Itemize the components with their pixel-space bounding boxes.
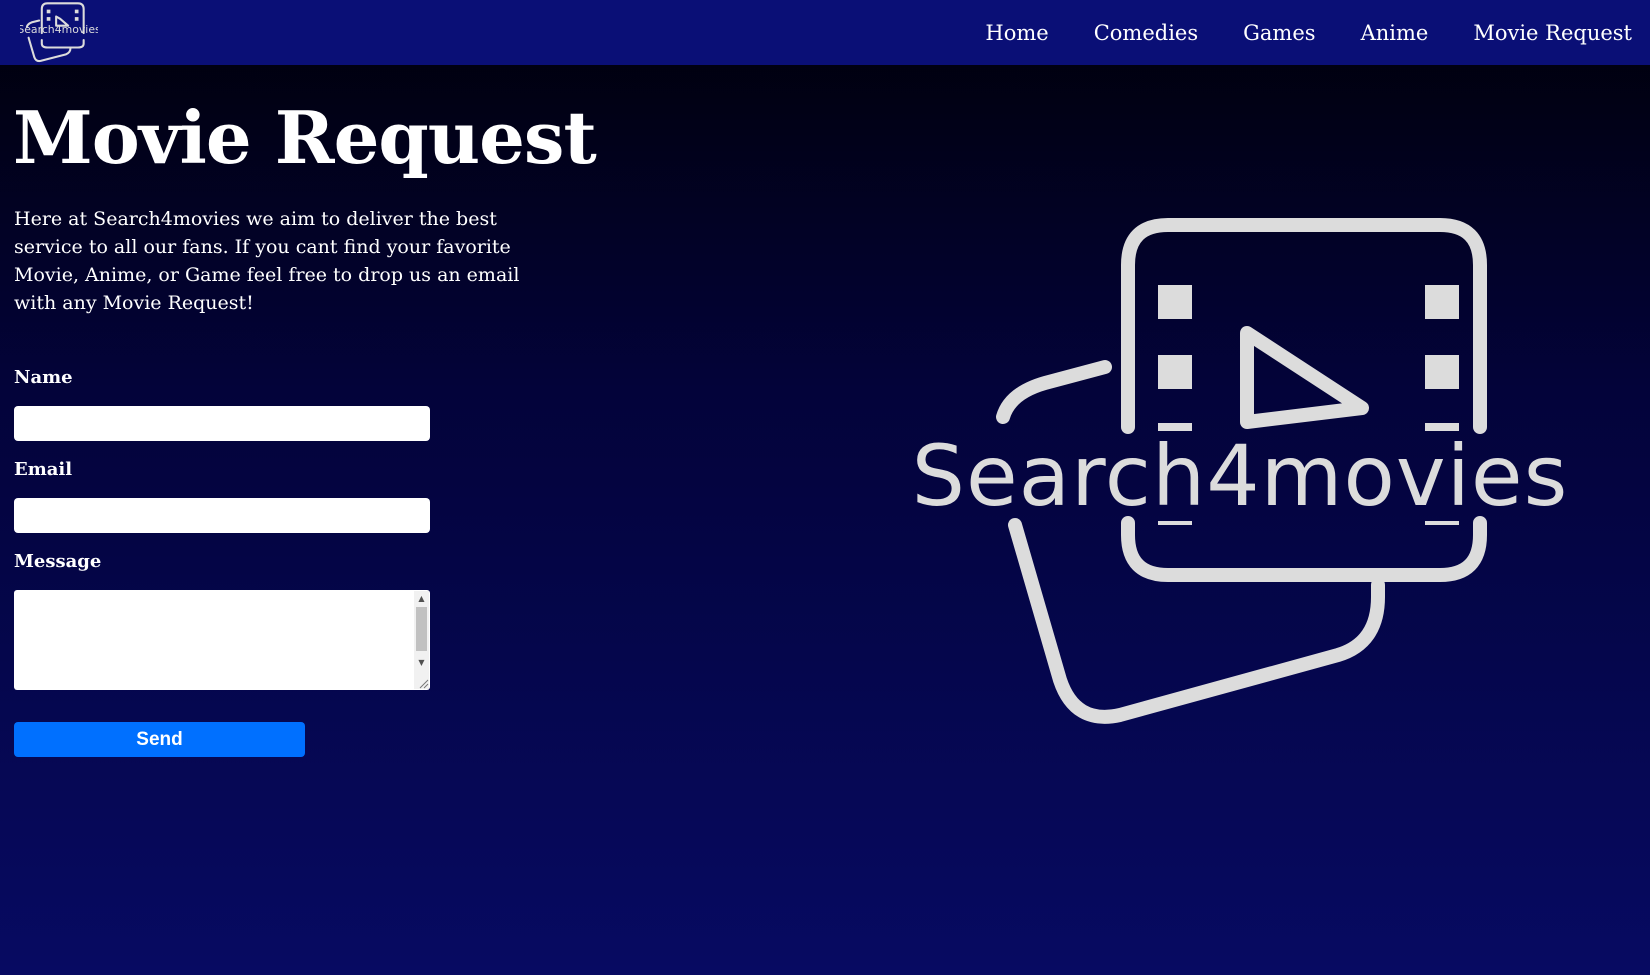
- scrollbar-thumb[interactable]: [416, 607, 427, 651]
- email-label: Email: [14, 459, 73, 480]
- email-input[interactable]: [14, 498, 430, 533]
- send-button[interactable]: Send: [14, 722, 305, 757]
- nav-link-comedies[interactable]: Comedies: [1094, 21, 1198, 45]
- message-label: Message: [14, 551, 102, 572]
- hero-logo-icon: Search4movies: [912, 218, 1569, 724]
- name-label: Name: [14, 367, 73, 388]
- name-input[interactable]: [14, 406, 430, 441]
- message-textarea[interactable]: [14, 590, 430, 690]
- page-title: Movie Request: [13, 95, 597, 180]
- nav-links: Home Comedies Games Anime Movie Request: [985, 0, 1650, 65]
- scroll-down-arrow-icon[interactable]: ▼: [414, 657, 429, 669]
- svg-text:Search4movies: Search4movies: [20, 23, 98, 36]
- svg-text:Search4movies: Search4movies: [912, 427, 1569, 525]
- message-scrollbar[interactable]: ▲ ▼: [414, 591, 429, 689]
- resize-grip-icon[interactable]: [419, 679, 429, 689]
- nav-link-home[interactable]: Home: [985, 21, 1048, 45]
- nav-link-anime[interactable]: Anime: [1361, 21, 1429, 45]
- site-logo-icon[interactable]: Search4movies: [20, 1, 98, 63]
- nav-link-games[interactable]: Games: [1243, 21, 1315, 45]
- scroll-up-arrow-icon[interactable]: ▲: [414, 593, 429, 605]
- intro-text: Here at Search4movies we aim to deliver …: [14, 208, 520, 314]
- nav-link-movie-request[interactable]: Movie Request: [1473, 21, 1632, 45]
- navbar: Search4movies Home Comedies Games Anime …: [0, 0, 1650, 65]
